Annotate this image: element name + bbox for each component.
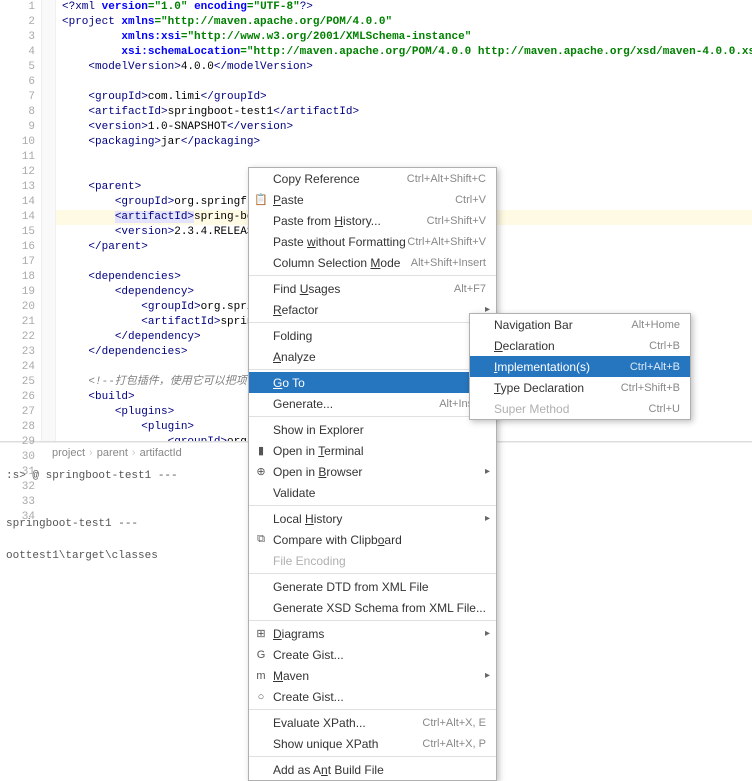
- code-line[interactable]: xsi:schemaLocation="http://maven.apache.…: [56, 45, 752, 60]
- menu-item[interactable]: ▮Open in Terminal: [249, 440, 496, 461]
- code-line[interactable]: <version>1.0-SNAPSHOT</version>: [56, 120, 752, 135]
- code-line[interactable]: <artifactId>springboot-test1</artifactId…: [56, 105, 752, 120]
- menu-item[interactable]: Analyze▸: [249, 346, 496, 367]
- menu-item[interactable]: ⧉Compare with Clipboard: [249, 529, 496, 550]
- menu-icon: ⧉: [253, 533, 269, 546]
- menu-item[interactable]: Paste from History...Ctrl+Shift+V: [249, 210, 496, 231]
- code-line[interactable]: xmlns:xsi="http://www.w3.org/2001/XMLSch…: [56, 30, 752, 45]
- breadcrumb-item[interactable]: project: [52, 447, 85, 459]
- code-line[interactable]: [56, 75, 752, 90]
- code-line[interactable]: <project xmlns="http://maven.apache.org/…: [56, 15, 752, 30]
- menu-item[interactable]: Copy ReferenceCtrl+Alt+Shift+C: [249, 168, 496, 189]
- menu-item[interactable]: ⊕Open in Browser▸: [249, 461, 496, 482]
- code-line[interactable]: [56, 150, 752, 165]
- menu-item[interactable]: Paste without FormattingCtrl+Alt+Shift+V: [249, 231, 496, 252]
- code-line[interactable]: <groupId>com.limi</groupId>: [56, 90, 752, 105]
- menu-item: File Encoding: [249, 550, 496, 571]
- menu-icon: ▮: [253, 444, 269, 457]
- code-line[interactable]: <?xml version="1.0" encoding="UTF-8"?>: [56, 0, 752, 15]
- menu-item[interactable]: Folding▸: [249, 325, 496, 346]
- menu-item[interactable]: Navigation BarAlt+Home: [470, 314, 690, 335]
- menu-icon: ⊕: [253, 465, 269, 478]
- code-line[interactable]: <modelVersion>4.0.0</modelVersion>: [56, 60, 752, 75]
- menu-item[interactable]: 📋PasteCtrl+V: [249, 189, 496, 210]
- menu-item[interactable]: Find UsagesAlt+F7: [249, 278, 496, 299]
- menu-item[interactable]: Type DeclarationCtrl+Shift+B: [470, 377, 690, 398]
- menu-item[interactable]: Local History▸: [249, 508, 496, 529]
- context-menu[interactable]: Copy ReferenceCtrl+Alt+Shift+C📋PasteCtrl…: [248, 167, 497, 781]
- menu-item[interactable]: DeclarationCtrl+B: [470, 335, 690, 356]
- menu-icon: ⊞: [253, 627, 269, 640]
- menu-item[interactable]: Add as Ant Build File: [249, 759, 496, 780]
- menu-item[interactable]: ⊞Diagrams▸: [249, 623, 496, 644]
- menu-icon: ○: [253, 691, 269, 703]
- menu-item: Super MethodCtrl+U: [470, 398, 690, 419]
- gutter-icons: [42, 0, 56, 441]
- menu-item[interactable]: ○Create Gist...: [249, 686, 496, 707]
- menu-item[interactable]: Generate DTD from XML File: [249, 576, 496, 597]
- menu-item[interactable]: Column Selection ModeAlt+Shift+Insert: [249, 252, 496, 273]
- line-gutter: 1234567891011121314141516171819⟳20212223…: [0, 0, 42, 441]
- menu-item[interactable]: Implementation(s)Ctrl+Alt+B: [470, 356, 690, 377]
- goto-submenu[interactable]: Navigation BarAlt+HomeDeclarationCtrl+BI…: [469, 313, 691, 420]
- menu-icon: 📋: [253, 193, 269, 206]
- menu-item[interactable]: Go To▸: [249, 372, 496, 393]
- menu-item[interactable]: Refactor▸: [249, 299, 496, 320]
- menu-icon: m: [253, 670, 269, 682]
- menu-item[interactable]: Validate: [249, 482, 496, 503]
- menu-item[interactable]: Generate...Alt+Insert: [249, 393, 496, 414]
- code-line[interactable]: <packaging>jar</packaging>: [56, 135, 752, 150]
- menu-item[interactable]: Evaluate XPath...Ctrl+Alt+X, E: [249, 712, 496, 733]
- breadcrumb-item[interactable]: parent: [97, 447, 128, 459]
- breadcrumb-item[interactable]: artifactId: [140, 447, 182, 459]
- menu-item[interactable]: Show in Explorer: [249, 419, 496, 440]
- menu-icon: G: [253, 649, 269, 661]
- menu-item[interactable]: Generate XSD Schema from XML File...: [249, 597, 496, 618]
- menu-item[interactable]: Show unique XPathCtrl+Alt+X, P: [249, 733, 496, 754]
- menu-item[interactable]: GCreate Gist...: [249, 644, 496, 665]
- menu-item[interactable]: mMaven▸: [249, 665, 496, 686]
